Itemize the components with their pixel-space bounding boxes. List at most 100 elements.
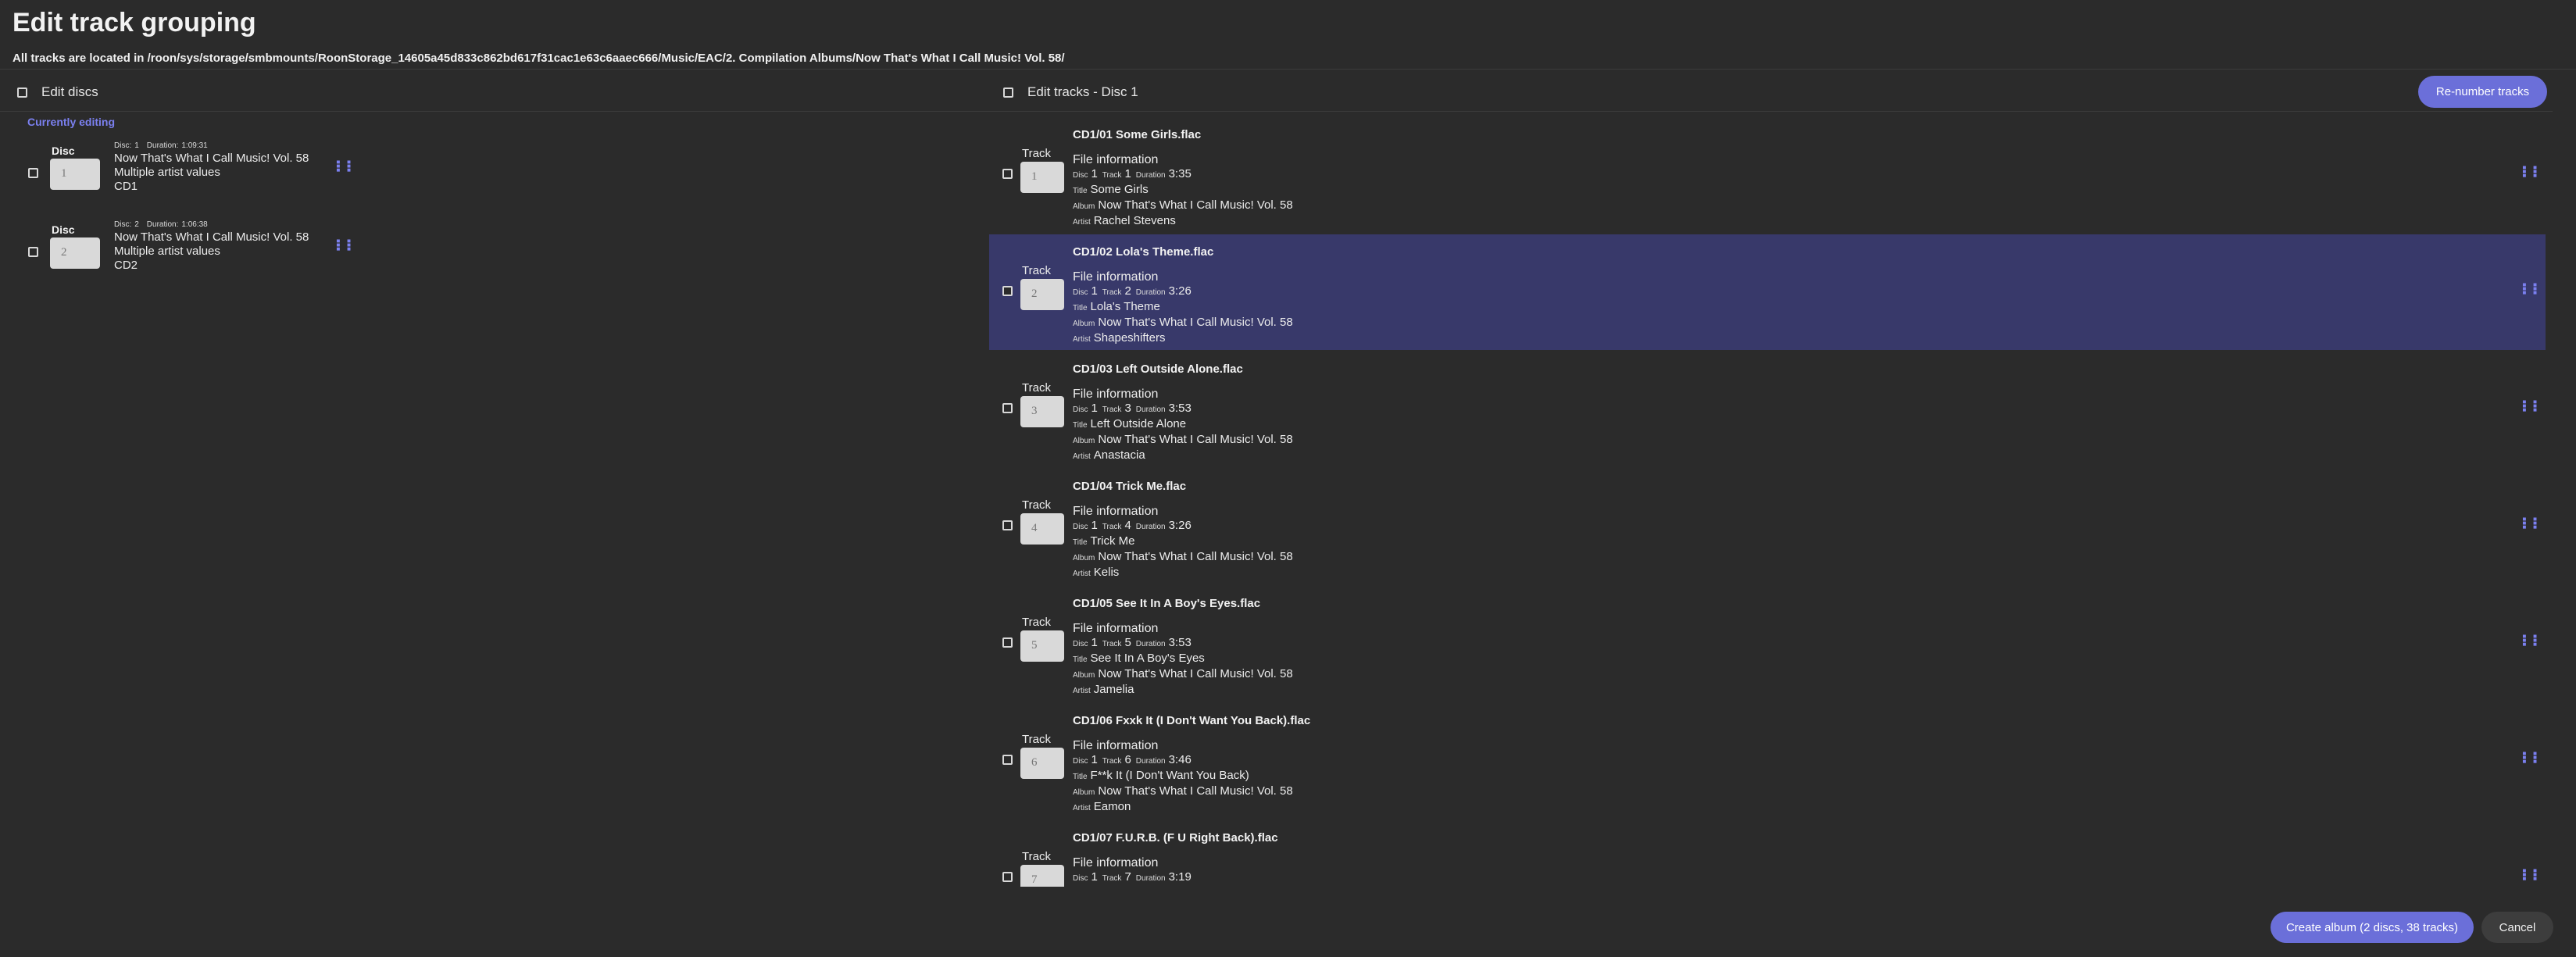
track-row[interactable]: Track 4 CD1/04 Trick Me.flac File informati… <box>989 469 2546 584</box>
track-row[interactable]: Track 6 CD1/06 Fxxk It (I Don't Want You B… <box>989 703 2546 819</box>
track-number-input[interactable]: 5 <box>1020 630 1064 662</box>
album-field-label: Album <box>1073 554 1095 562</box>
drag-handle-icon[interactable]: ⠇⠇ <box>2521 166 2543 181</box>
drag-handle-icon[interactable]: ⠇⠇ <box>2521 283 2543 298</box>
artist-field-label: Artist <box>1073 218 1091 227</box>
disc-row[interactable]: Disc 1 Disc: 1 Duration: 1:09:31 Now That's Wh… <box>17 141 357 216</box>
track-field-label: Track <box>1102 757 1122 766</box>
select-all-tracks-checkbox[interactable] <box>1003 87 1013 98</box>
file-name: CD1/04 Trick Me.flac <box>1073 480 1187 493</box>
drag-handle-icon[interactable]: ⠇⠇ <box>334 239 357 255</box>
file-information-heading: File information <box>1073 622 1159 635</box>
track-checkbox[interactable] <box>1002 637 1013 648</box>
disc-meta-label: Disc: <box>114 141 132 150</box>
track-row[interactable]: Track 2 CD1/02 Lola's Theme.flac File infor… <box>989 234 2546 350</box>
title-field-value: Lola's Theme <box>1090 300 1160 313</box>
drag-handle-icon[interactable]: ⠇⠇ <box>2521 752 2543 767</box>
track-field-value: 2 <box>1124 284 1131 298</box>
drag-handle-icon[interactable]: ⠇⠇ <box>2521 517 2543 533</box>
duration-field-label: Duration <box>1135 405 1166 414</box>
file-name: CD1/03 Left Outside Alone.flac <box>1073 362 1243 376</box>
file-name: CD1/05 See It In A Boy's Eyes.flac <box>1073 597 1261 610</box>
track-info: CD1/06 Fxxk It (I Don't Want You Back).f… <box>1073 714 1310 816</box>
track-checkbox[interactable] <box>1002 403 1013 413</box>
title-line: Title Left Outside Alone <box>1073 417 1293 433</box>
drag-handle-icon[interactable]: ⠇⠇ <box>2521 400 2543 416</box>
track-checkbox[interactable] <box>1002 169 1013 179</box>
drag-handle-icon[interactable]: ⠇⠇ <box>334 160 357 176</box>
track-number-input[interactable]: 3 <box>1020 396 1064 427</box>
tracks-header-label: Edit tracks - Disc 1 <box>1027 84 1138 99</box>
artist-line: Artist Kelis <box>1073 566 1293 581</box>
disc-number-input[interactable]: 1 <box>50 159 100 190</box>
disc-number-input[interactable]: 2 <box>50 237 100 269</box>
divider <box>0 111 2553 112</box>
disc-album: Now That's What I Call Music! Vol. 58 <box>114 230 309 244</box>
location-path: /roon/sys/storage/smbmounts/RoonStorage_… <box>147 52 1065 65</box>
duration-field-value: 3:53 <box>1168 402 1192 415</box>
tracks-header: Edit tracks - Disc 1 <box>1003 83 1138 102</box>
disc-checkbox[interactable] <box>28 247 38 257</box>
drag-handle-icon[interactable]: ⠇⠇ <box>2521 634 2543 650</box>
disc-checkbox[interactable] <box>28 168 38 178</box>
album-line: Album Now That's What I Call Music! Vol. … <box>1073 198 1293 214</box>
title-field-label: Title <box>1073 773 1088 781</box>
track-checkbox[interactable] <box>1002 520 1013 530</box>
title-line: Title F**k It (I Don't Want You Back) <box>1073 769 1310 784</box>
cancel-button[interactable]: Cancel <box>2481 912 2553 943</box>
file-name: CD1/01 Some Girls.flac <box>1073 128 1202 141</box>
disc-row[interactable]: Disc 2 Disc: 2 Duration: 1:06:38 Now That's Wh… <box>17 220 357 295</box>
duration-meta-label: Duration: <box>146 220 179 229</box>
create-album-button[interactable]: Create album (2 discs, 38 tracks) <box>2271 912 2474 943</box>
track-row[interactable]: Track 3 CD1/03 Left Outside Alone.flac File… <box>989 352 2546 467</box>
track-number-input[interactable]: 1 <box>1020 162 1064 193</box>
disc-info: Disc: 1 Duration: 1:09:31 Now That's What I … <box>114 141 309 194</box>
track-label: Track <box>1022 147 1051 160</box>
track-row[interactable]: Track 7 CD1/07 F.U.R.B. (F U Right Back).f… <box>989 820 2546 887</box>
track-number-input[interactable]: 4 <box>1020 513 1064 545</box>
file-information-heading: File information <box>1073 387 1159 401</box>
track-info: CD1/07 F.U.R.B. (F U Right Back).flac Fil… <box>1073 831 1293 887</box>
track-number-input[interactable]: 7 <box>1020 865 1064 887</box>
artist-field-label: Artist <box>1073 335 1091 344</box>
album-line: Album Now That's What I Call Music! Vol. … <box>1073 316 1293 331</box>
drag-handle-icon[interactable]: ⠇⠇ <box>2521 869 2543 884</box>
artist-field-value: Rachel Stevens <box>1093 214 1176 227</box>
title-field-label: Title <box>1073 304 1088 312</box>
title-line: Title Lola's Theme <box>1073 300 1293 316</box>
artist-field-value: Shapeshifters <box>1093 331 1166 345</box>
track-info: CD1/01 Some Girls.flac File information Di… <box>1073 128 1293 230</box>
disc-meta-value: 1 <box>134 141 139 150</box>
track-row[interactable]: Track 5 CD1/05 See It In A Boy's Eyes.flac… <box>989 586 2546 702</box>
artist-field-label: Artist <box>1073 804 1091 812</box>
track-checkbox[interactable] <box>1002 872 1013 882</box>
track-label: Track <box>1022 850 1051 863</box>
duration-field-label: Duration <box>1135 288 1166 297</box>
artist-line: Artist Anastacia <box>1073 448 1293 464</box>
track-checkbox[interactable] <box>1002 755 1013 765</box>
track-number-input[interactable]: 2 <box>1020 279 1064 310</box>
album-field-value: Now That's What I Call Music! Vol. 58 <box>1098 198 1293 212</box>
track-list[interactable]: Track 1 CD1/01 Some Girls.flac File informa… <box>989 113 2552 887</box>
duration-field-label: Duration <box>1135 171 1166 180</box>
album-field-value: Now That's What I Call Music! Vol. 58 <box>1098 316 1293 329</box>
track-number-input[interactable]: 6 <box>1020 748 1064 779</box>
disc-field-label: Disc <box>1073 757 1088 766</box>
album-line: Album Now That's What I Call Music! Vol. … <box>1073 784 1310 800</box>
file-information-heading: File information <box>1073 505 1159 518</box>
artist-line: Artist Shapeshifters <box>1073 331 1293 347</box>
track-info: CD1/03 Left Outside Alone.flac File infor… <box>1073 362 1293 464</box>
file-information-heading: File information <box>1073 856 1159 870</box>
track-label: Track <box>1022 616 1051 629</box>
album-field-label: Album <box>1073 788 1095 797</box>
track-field-label: Track <box>1102 523 1122 531</box>
file-information-heading: File information <box>1073 153 1159 166</box>
track-field-value: 1 <box>1124 167 1131 180</box>
disc-album: Now That's What I Call Music! Vol. 58 <box>114 152 309 165</box>
select-all-discs-checkbox[interactable] <box>17 87 27 98</box>
renumber-tracks-button[interactable]: Re-number tracks <box>2418 76 2547 108</box>
duration-field-value: 3:35 <box>1168 167 1192 180</box>
location-prefix: All tracks are located in <box>13 52 145 65</box>
track-row[interactable]: Track 1 CD1/01 Some Girls.flac File informa… <box>989 117 2546 233</box>
track-checkbox[interactable] <box>1002 286 1013 296</box>
